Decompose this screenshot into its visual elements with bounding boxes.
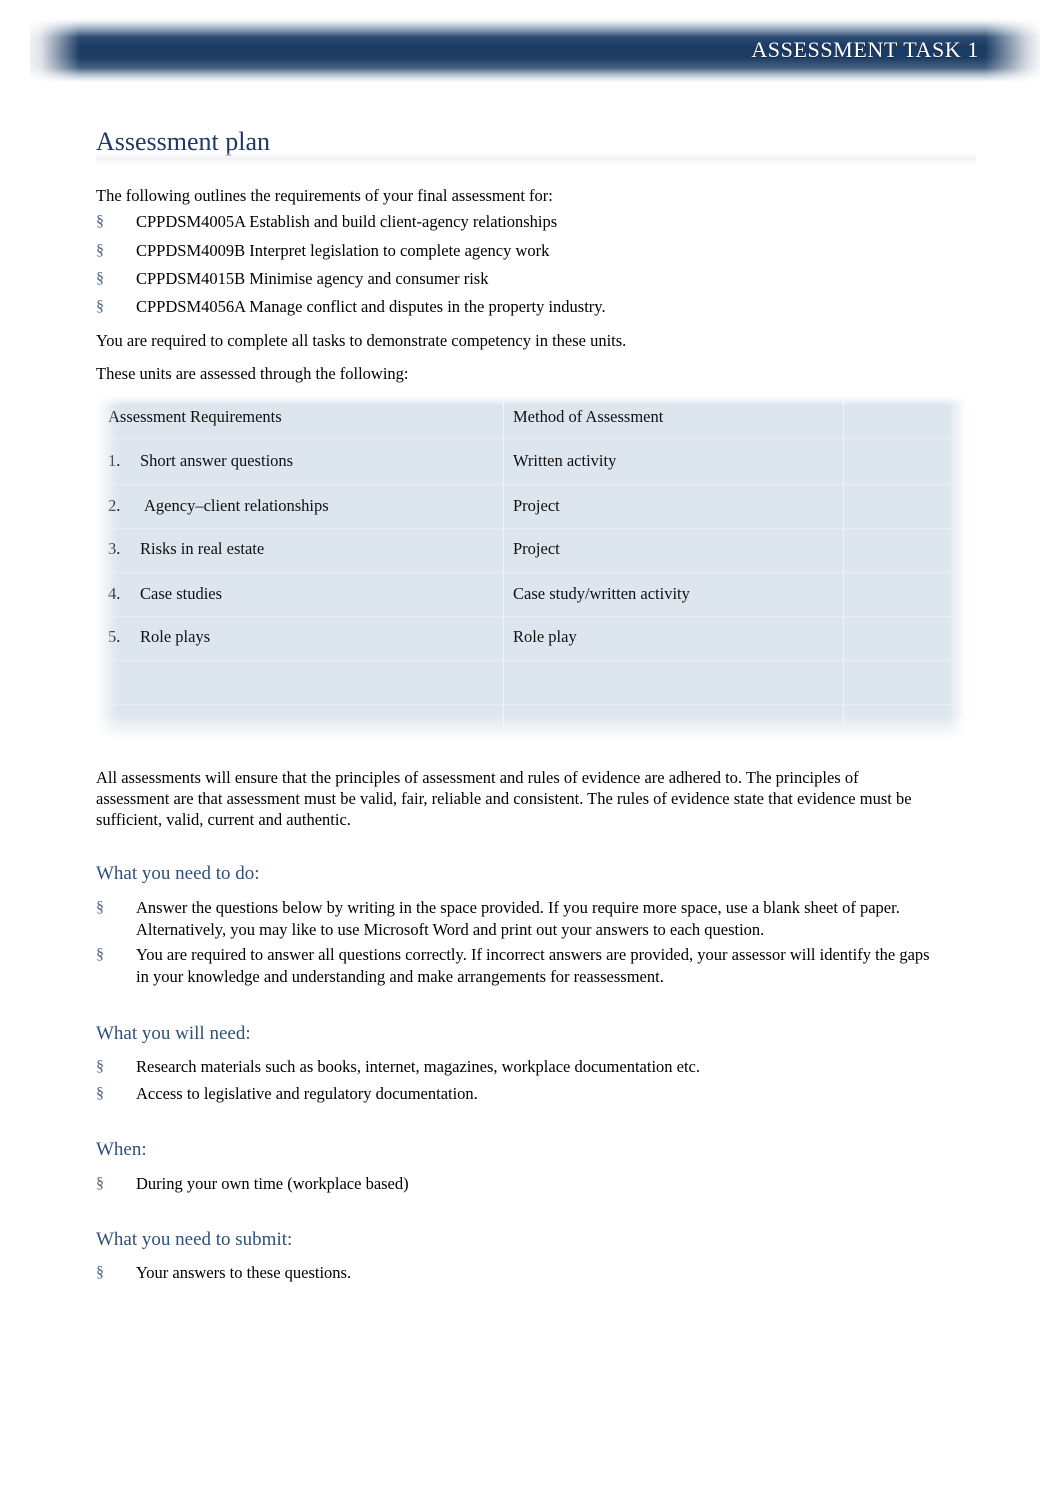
unit-label: CPPDSM4005A Establish and build client-a…	[136, 212, 558, 231]
section-bullet-icon: §	[96, 242, 104, 259]
section-bullet-icon: §	[96, 1058, 104, 1075]
table-cell-method: Written activity	[513, 451, 617, 470]
section-item-text: During your own time (workplace based)	[136, 1174, 409, 1193]
table-cell-method: Project	[513, 496, 560, 515]
section-list-item: § Your answers to these questions.	[96, 1262, 944, 1284]
table-row-divider	[102, 572, 960, 573]
section-bullet-icon: §	[96, 1264, 104, 1281]
table-row-divider	[102, 528, 960, 529]
unit-label: CPPDSM4015B Minimise agency and consumer…	[136, 269, 489, 288]
banner-left-fade	[20, 18, 80, 82]
table-row-divider	[102, 660, 960, 661]
table-row-number: 3.	[108, 539, 121, 558]
table-row-number: 1.	[108, 451, 121, 470]
section-bullet-icon: §	[96, 899, 104, 916]
section-list-item: § Research materials such as books, inte…	[96, 1056, 944, 1078]
section-bullet-icon: §	[96, 298, 104, 315]
intro-paragraph: The following outlines the requirements …	[96, 186, 553, 205]
competency-note: You are required to complete all tasks t…	[96, 331, 627, 350]
assessment-methods-table: Assessment Requirements Method of Assess…	[96, 396, 966, 740]
table-header-method: Method of Assessment	[513, 407, 664, 426]
banner-title: ASSESSMENT TASK 1	[751, 37, 979, 62]
section-bullet-icon: §	[96, 1085, 104, 1102]
assessed-note: These units are assessed through the fol…	[96, 364, 409, 383]
section-list-item: § During your own time (workplace based)	[96, 1173, 944, 1195]
unit-list-item: § CPPDSM4015B Minimise agency and consum…	[96, 268, 956, 290]
table-background	[96, 396, 966, 740]
section-heading-what-you-need-to-submit: What you need to submit:	[96, 1229, 293, 1250]
section-heading-what-you-need-to-do: What you need to do:	[96, 863, 260, 884]
section-item-text: Access to legislative and regulatory doc…	[136, 1084, 478, 1103]
section-list-item: § You are required to answer all questio…	[96, 944, 944, 988]
section-list-item: § Answer the questions below by writing …	[96, 897, 944, 941]
table-row-divider	[102, 704, 960, 705]
section-heading-what-you-will-need: What you will need:	[96, 1023, 251, 1044]
table-row-divider	[102, 438, 960, 439]
title-underline-rule	[96, 152, 976, 166]
unit-label: CPPDSM4009B Interpret legislation to com…	[136, 241, 550, 260]
principles-paragraph: All assessments will ensure that the pri…	[96, 768, 912, 829]
table-header-requirements: Assessment Requirements	[108, 407, 282, 426]
section-list-item: § Access to legislative and regulatory d…	[96, 1083, 944, 1105]
unit-list-item: § CPPDSM4005A Establish and build client…	[96, 211, 956, 233]
table-column-divider	[503, 400, 504, 728]
table-cell-requirement: Case studies	[140, 584, 223, 603]
section-bullet-icon: §	[96, 946, 104, 963]
table-cell-requirement: Short answer questions	[140, 451, 294, 470]
unit-label: CPPDSM4056A Manage conflict and disputes…	[136, 297, 606, 316]
unit-list-item: § CPPDSM4009B Interpret legislation to c…	[96, 240, 956, 262]
section-item-text: Research materials such as books, intern…	[136, 1057, 701, 1076]
banner-right-fade	[985, 18, 1045, 82]
section-heading-when: When:	[96, 1139, 147, 1160]
table-cell-requirement: Agency–client relationships	[144, 496, 329, 515]
table-row-divider	[102, 616, 960, 617]
table-row-number: 4.	[108, 584, 121, 603]
table-column-divider	[843, 400, 844, 728]
table-row-number: 2.	[108, 496, 121, 515]
section-bullet-icon: §	[96, 1175, 104, 1192]
table-row-number: 5.	[108, 627, 121, 646]
table-cell-requirement: Role plays	[140, 627, 211, 646]
table-cell-method: Project	[513, 539, 560, 558]
section-bullet-icon: §	[96, 270, 104, 287]
unit-list-item: § CPPDSM4056A Manage conflict and disput…	[96, 296, 956, 318]
section-bullet-icon: §	[96, 213, 104, 230]
page-header-banner: ASSESSMENT TASK 1	[0, 0, 1062, 100]
table-cell-method: Role play	[513, 627, 577, 646]
section-item-text: You are required to answer all questions…	[136, 945, 930, 986]
table-cell-requirement: Risks in real estate	[140, 539, 265, 558]
table-cell-method: Case study/written activity	[513, 584, 690, 603]
table-row-divider	[102, 484, 960, 485]
section-item-text: Your answers to these questions.	[136, 1263, 352, 1282]
section-item-text: Answer the questions below by writing in…	[136, 898, 900, 939]
